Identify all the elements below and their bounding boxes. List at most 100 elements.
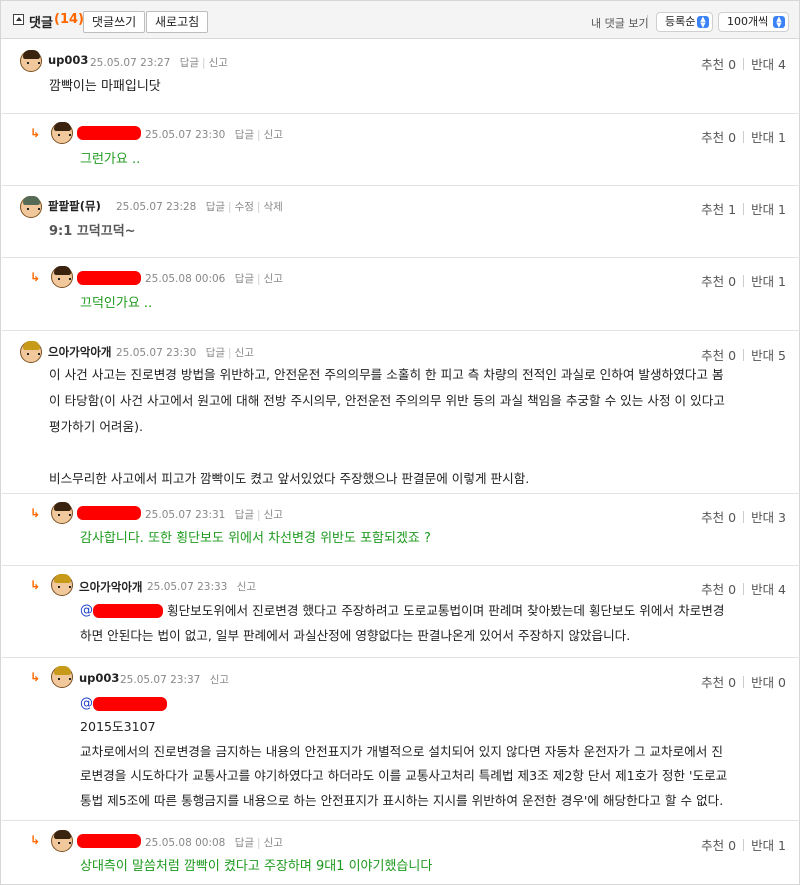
per-page-select-value: 100개씩 xyxy=(727,15,769,28)
avatar[interactable] xyxy=(20,50,42,72)
report-link[interactable]: 신고 xyxy=(264,129,283,141)
reply-link[interactable]: 답글 xyxy=(206,347,225,359)
avatar[interactable] xyxy=(51,122,73,144)
my-comments-link[interactable]: 내 댓글 보기 xyxy=(591,15,649,31)
vote-box: 추천 0 반대 0 xyxy=(701,672,786,691)
refresh-button[interactable]: 새로고침 xyxy=(146,11,209,33)
comment-header-bar: 댓글 (14) 댓글쓰기 새로고침 내 댓글 보기 등록순 ▲ ▼ 100개씩 ▲… xyxy=(1,1,799,39)
reply-item: ↳ 25.05.07 23:31 답글 | 신고 추천 0 반대 3 감사합니다. 또… xyxy=(2,494,800,566)
sort-select[interactable]: 등록순 ▲ ▼ xyxy=(656,12,713,32)
report-link[interactable]: 신고 xyxy=(264,509,283,521)
downvote-button[interactable]: 반대 4 xyxy=(751,582,786,597)
redacted-author xyxy=(77,126,141,140)
report-link[interactable]: 신고 xyxy=(235,347,254,359)
comment-text-line: 감사합니다. 또한 횡단보도 위에서 차선변경 위반도 포함되겠죠 ? xyxy=(80,531,431,546)
comment-item: 팥팥팥(뮤) 25.05.07 23:28 답글 | 수정 | 삭제 추천 1 반대 1 … xyxy=(2,186,800,258)
comment-meta: 25.05.07 23:28 답글 | 수정 | 삭제 xyxy=(116,201,283,213)
mention-at: @ xyxy=(80,603,93,618)
comment-author[interactable]: up003 xyxy=(79,671,119,685)
reply-link[interactable]: 답글 xyxy=(235,273,254,285)
report-link[interactable]: 신고 xyxy=(237,581,256,593)
reply-arrow-icon: ↳ xyxy=(30,506,41,520)
avatar[interactable] xyxy=(51,574,73,596)
downvote-button[interactable]: 반대 4 xyxy=(751,57,786,72)
vote-box: 추천 0 반대 4 xyxy=(701,54,786,73)
upvote-button[interactable]: 추천 0 xyxy=(701,348,736,363)
report-link[interactable]: 신고 xyxy=(209,57,228,69)
comment-author[interactable]: 팥팥팥(뮤) xyxy=(48,198,101,214)
select-arrows-icon: ▲ ▼ xyxy=(697,16,709,29)
comment-text-line: 상대측이 말씀처럼 깜빡이 켰다고 주장하며 9대1 이야기했습니다 xyxy=(80,859,433,874)
reply-link[interactable]: 답글 xyxy=(206,201,225,213)
report-link[interactable]: 신고 xyxy=(264,273,283,285)
upvote-button[interactable]: 추천 1 xyxy=(701,202,736,217)
comment-text-line: 깜빡이는 마패입니닷 xyxy=(49,79,161,94)
comment-meta: 25.05.07 23:27 답글 | 신고 xyxy=(90,57,228,69)
downvote-button[interactable]: 반대 1 xyxy=(751,130,786,145)
upvote-button[interactable]: 추천 0 xyxy=(701,838,736,853)
redacted-mention xyxy=(93,697,167,711)
comment-author[interactable]: up003 xyxy=(48,53,88,67)
downvote-button[interactable]: 반대 1 xyxy=(751,202,786,217)
upvote-button[interactable]: 추천 0 xyxy=(701,57,736,72)
upvote-button[interactable]: 추천 0 xyxy=(701,675,736,690)
vote-box: 추천 1 반대 1 xyxy=(701,199,786,218)
avatar[interactable] xyxy=(51,266,73,288)
report-link[interactable]: 신고 xyxy=(210,674,229,686)
upvote-button[interactable]: 추천 0 xyxy=(701,582,736,597)
comment-body: 상대측이 말씀처럼 깜빡이 켰다고 주장하며 9대1 이야기했습니다 xyxy=(80,854,432,879)
avatar[interactable] xyxy=(20,341,42,363)
comment-body: 이 사건 사고는 진로변경 방법을 위반하고, 안전운전 주의의무를 소홀히 한… xyxy=(49,362,725,492)
collapse-icon[interactable] xyxy=(13,14,24,25)
avatar[interactable] xyxy=(51,666,73,688)
edit-link[interactable]: 수정 xyxy=(235,201,254,213)
per-page-select[interactable]: 100개씩 ▲ ▼ xyxy=(718,12,789,32)
comment-text-line: 그런가요 .. xyxy=(80,152,141,167)
reply-link[interactable]: 답글 xyxy=(235,509,254,521)
reply-arrow-icon: ↳ xyxy=(30,270,41,284)
downvote-button[interactable]: 반대 3 xyxy=(751,510,786,525)
comment-text-line: 이 타당함(이 사건 사고에서 원고에 대해 전방 주시의무, 안전운전 주의의… xyxy=(49,393,725,408)
comment-title: 댓글 xyxy=(29,16,53,31)
avatar[interactable] xyxy=(20,196,42,218)
reply-link[interactable]: 답글 xyxy=(235,129,254,141)
comment-date: 25.05.07 23:33 xyxy=(147,581,228,593)
avatar[interactable] xyxy=(51,830,73,852)
downvote-button[interactable]: 반대 1 xyxy=(751,838,786,853)
reply-item: ↳ 25.05.08 00:06 답글 | 신고 추천 0 반대 1 끄덕인가요 .. xyxy=(2,258,800,331)
write-comment-button[interactable]: 댓글쓰기 xyxy=(83,11,146,33)
reply-link[interactable]: 답글 xyxy=(180,57,199,69)
reply-arrow-icon: ↳ xyxy=(30,670,41,684)
avatar[interactable] xyxy=(51,502,73,524)
comment-meta: 25.05.07 23:37 신고 xyxy=(120,672,229,687)
comment-section: 댓글 (14) 댓글쓰기 새로고침 내 댓글 보기 등록순 ▲ ▼ 100개씩 ▲… xyxy=(0,0,800,885)
vote-box: 추천 0 반대 4 xyxy=(701,579,786,598)
upvote-button[interactable]: 추천 0 xyxy=(701,130,736,145)
upvote-button[interactable]: 추천 0 xyxy=(701,510,736,525)
comment-text-line: 통법 제5조에 따른 통행금지를 내용으로 하는 안전표지가 표시하는 지시를 … xyxy=(80,792,724,808)
reply-link[interactable]: 답글 xyxy=(235,837,254,849)
report-link[interactable]: 신고 xyxy=(264,837,283,849)
reply-arrow-icon: ↳ xyxy=(30,833,41,847)
downvote-button[interactable]: 반대 0 xyxy=(751,675,786,690)
comment-count: (14) xyxy=(54,12,84,27)
downvote-button[interactable]: 반대 1 xyxy=(751,274,786,289)
delete-link[interactable]: 삭제 xyxy=(263,201,282,213)
comment-body: 그런가요 .. xyxy=(80,147,140,172)
mention-at: @ xyxy=(80,696,93,711)
downvote-button[interactable]: 반대 5 xyxy=(751,348,786,363)
comment-author[interactable]: 으아가악아개 xyxy=(48,344,111,360)
mention-tag[interactable]: @ xyxy=(80,691,93,716)
comment-text-line: 끄덕인가요 .. xyxy=(80,296,153,311)
upvote-button[interactable]: 추천 0 xyxy=(701,274,736,289)
comment-item: 으아가악아개 25.05.07 23:30 답글 | 신고 추천 0 반대 5 이 사… xyxy=(2,331,800,494)
comment-date: 25.05.08 00:08 xyxy=(145,837,226,849)
comment-text-line: 로변경을 시도하다가 교통사고를 야기하였다고 하더라도 이를 교통사고처리 특… xyxy=(80,768,728,783)
reply-arrow-icon: ↳ xyxy=(30,126,41,140)
mention-tag[interactable]: @ xyxy=(80,598,93,623)
comment-text-line: 교차로에서의 진로변경을 금지하는 내용의 안전표지가 개별적으로 설치되어 있… xyxy=(80,743,723,759)
sort-select-value: 등록순 xyxy=(665,15,696,28)
comment-body: 감사합니다. 또한 횡단보도 위에서 차선변경 위반도 포함되겠죠 ? xyxy=(80,526,431,551)
comment-meta: 25.05.07 23:33 신고 xyxy=(147,579,256,594)
comment-author[interactable]: 으아가악아개 xyxy=(79,579,142,595)
